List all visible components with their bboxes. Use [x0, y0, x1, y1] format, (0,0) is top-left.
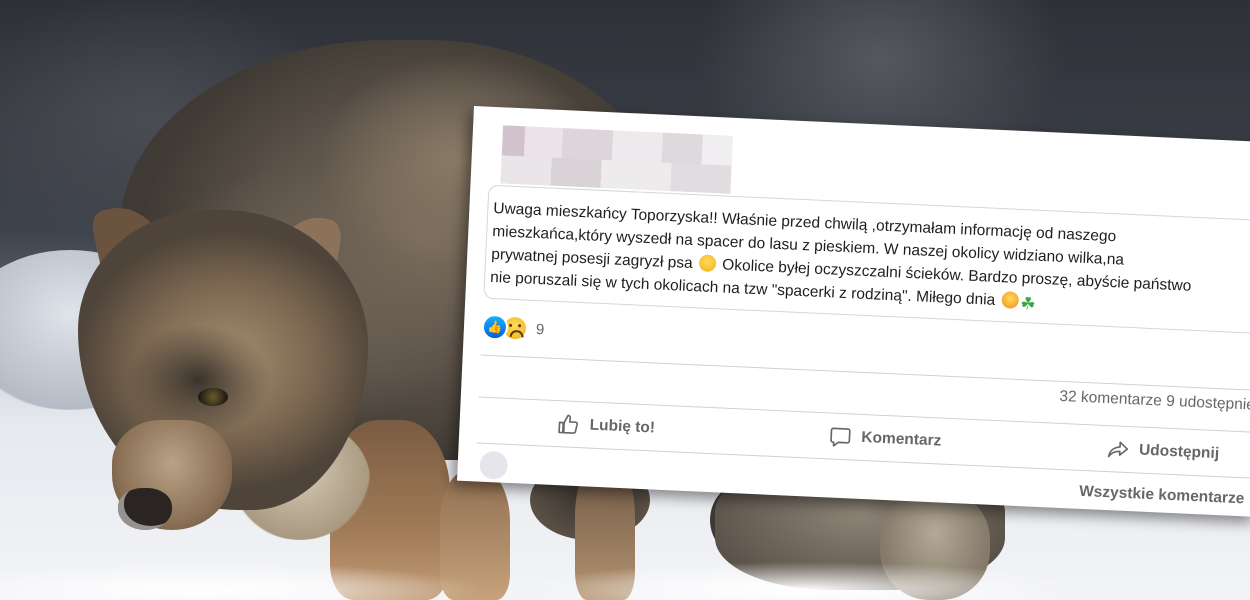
foreground-snow [0, 560, 1250, 600]
share-button[interactable]: Udostępnij [1106, 427, 1220, 476]
wolf-nose [118, 488, 172, 530]
kiss-face-icon [1001, 291, 1019, 309]
avatar [479, 450, 509, 480]
thumbs-up-outline-icon [558, 414, 579, 434]
comment-button[interactable]: Komentarz [828, 414, 942, 463]
share-arrow-icon [1107, 441, 1129, 458]
facebook-post-card: Uwaga mieszkańcy Toporzyska!! Właśnie pr… [456, 106, 1250, 517]
reactions-summary[interactable]: 👍 9 [481, 313, 545, 342]
like-button[interactable]: Lubię to! [557, 402, 656, 450]
blurred-author-name [500, 125, 733, 194]
post-actions-bar: Lubię to! Komentarz Udostępnij [477, 399, 1250, 479]
divider [480, 354, 1250, 392]
four-leaf-clover-icon: ☘ [1020, 294, 1037, 314]
share-button-label: Udostępnij [1138, 441, 1220, 463]
wolf-eye [198, 388, 228, 406]
like-button-label: Lubię to! [589, 416, 656, 437]
sad-face-icon [698, 254, 717, 273]
speech-bubble-icon [830, 427, 851, 447]
all-comments-filter[interactable]: Wszystkie komentarze [1079, 483, 1245, 508]
post-stats[interactable]: 32 komentarze 9 udostępnień [1059, 388, 1250, 415]
comment-button-label: Komentarz [860, 428, 942, 450]
reaction-count: 9 [535, 320, 545, 338]
